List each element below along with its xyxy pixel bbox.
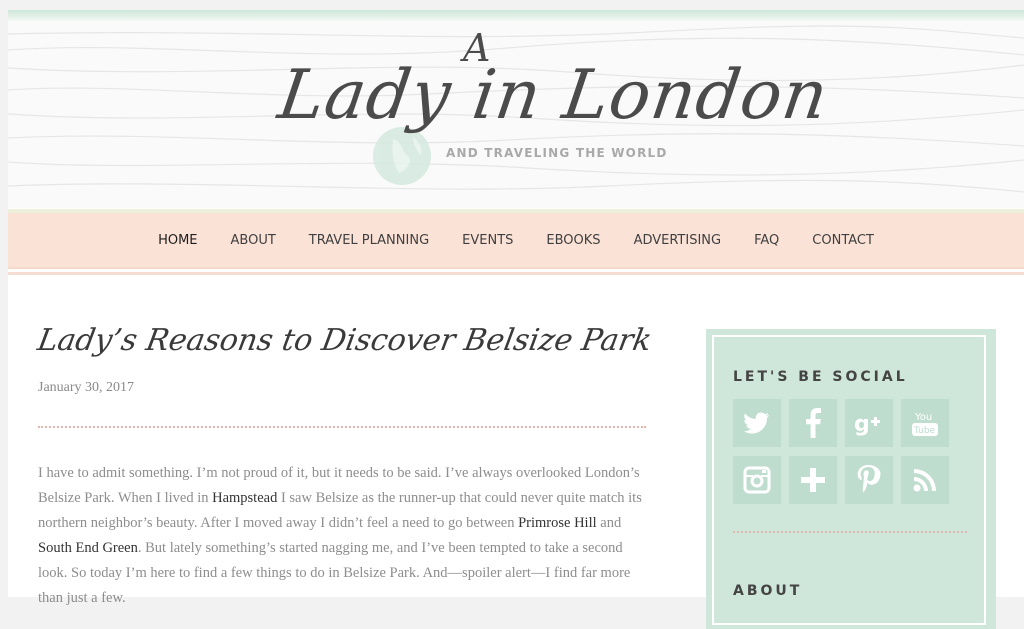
main-nav: HOME ABOUT TRAVEL PLANNING EVENTS EBOOKS…: [8, 213, 1024, 267]
site-tagline: AND TRAVELING THE WORLD: [446, 146, 668, 160]
sidebar-divider: [733, 531, 967, 533]
post-excerpt: I have to admit something. I’m not proud…: [38, 461, 648, 611]
site-logo-title[interactable]: Lady in London: [271, 56, 834, 151]
twitter-icon[interactable]: [733, 399, 781, 447]
post-date: January 30, 2017: [38, 380, 135, 395]
post-divider: [38, 426, 646, 428]
site-header: A Lady in London AND TRAVELING THE WORLD: [8, 10, 1024, 208]
rss-icon[interactable]: [901, 456, 949, 504]
instagram-icon[interactable]: [733, 456, 781, 504]
youtube-icon[interactable]: You Tube: [901, 399, 949, 447]
nav-item-about[interactable]: ABOUT: [214, 233, 292, 248]
nav-item-ebooks[interactable]: EBOOKS: [530, 233, 617, 248]
google-plus-icon[interactable]: g: [845, 399, 893, 447]
plus-icon[interactable]: [789, 456, 837, 504]
post-text: and: [596, 515, 622, 531]
nav-item-contact[interactable]: CONTACT: [796, 233, 891, 248]
link-south-end-green[interactable]: South End Green: [38, 540, 138, 556]
nav-item-home[interactable]: HOME: [142, 233, 214, 248]
svg-text:g: g: [854, 412, 870, 436]
post-title[interactable]: Lady’s Reasons to Discover Belsize Park: [35, 323, 654, 358]
nav-item-travel-planning[interactable]: TRAVEL PLANNING: [292, 233, 445, 248]
youtube-you-text: You: [914, 412, 932, 423]
top-border-band: [8, 10, 1024, 21]
page: A Lady in London AND TRAVELING THE WORLD…: [8, 10, 1024, 629]
sidebar: LET'S BE SOCIAL g You Tube ABOUT: [706, 329, 996, 629]
main-nav-bar: HOME ABOUT TRAVEL PLANNING EVENTS EBOOKS…: [8, 209, 1024, 275]
social-icons-grid: g You Tube: [733, 399, 963, 504]
link-primrose-hill[interactable]: Primrose Hill: [518, 515, 597, 531]
social-heading: LET'S BE SOCIAL: [733, 369, 908, 385]
pinterest-icon[interactable]: [845, 456, 893, 504]
nav-item-faq[interactable]: FAQ: [738, 233, 796, 248]
facebook-icon[interactable]: [789, 399, 837, 447]
youtube-tube-text: Tube: [913, 426, 936, 436]
link-hampstead[interactable]: Hampstead: [212, 490, 277, 506]
nav-item-events[interactable]: EVENTS: [446, 233, 530, 248]
nav-item-advertising[interactable]: ADVERTISING: [617, 233, 738, 248]
